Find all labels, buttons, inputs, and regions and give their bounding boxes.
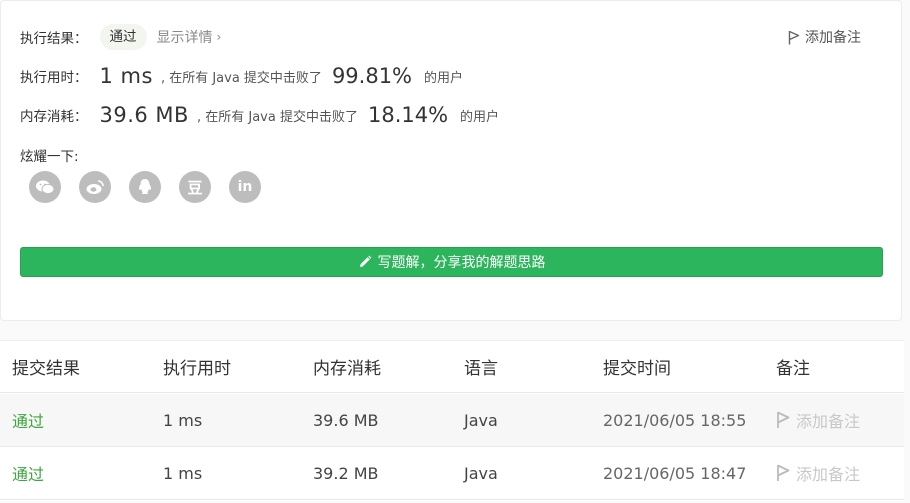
row-status-link[interactable]: 通过 — [12, 447, 44, 499]
header-language: 语言 — [464, 359, 498, 379]
pencil-icon — [359, 255, 371, 267]
table-header: 提交结果 执行用时 内存消耗 语言 提交时间 备注 — [0, 341, 904, 393]
row-submit-time: 2021/06/05 18:55 — [603, 410, 747, 430]
row-add-note-label: 添加备注 — [796, 412, 861, 431]
memory-row: 内存消耗： 39.6 MB , 在所有 Java 提交中击败了 18.14% 的… — [20, 103, 499, 127]
share-icons: 豆 in — [29, 171, 279, 203]
row-submit-time: 2021/06/05 18:47 — [603, 463, 747, 483]
add-note-button[interactable]: 添加备注 — [788, 27, 861, 47]
runtime-beat-text: , 在所有 Java 提交中击败了 — [160, 70, 322, 86]
memory-value: 39.6 MB — [99, 103, 189, 127]
qq-icon[interactable] — [129, 171, 161, 203]
header-runtime: 执行用时 — [163, 359, 231, 379]
runtime-percent: 99.81% — [331, 64, 413, 88]
row-language: Java — [464, 410, 498, 430]
douban-icon[interactable]: 豆 — [179, 171, 211, 203]
linkedin-icon[interactable]: in — [229, 171, 261, 203]
weibo-icon[interactable] — [79, 171, 111, 203]
show-details-link[interactable]: 显示详情 › — [157, 27, 222, 47]
row-runtime: 1 ms — [163, 410, 203, 430]
submissions-table: 提交结果 执行用时 内存消耗 语言 提交时间 备注 通过 1 ms 39.6 M… — [0, 340, 904, 501]
result-label: 执行结果： — [20, 31, 88, 47]
row-memory: 39.6 MB — [313, 410, 379, 430]
row-memory: 39.2 MB — [313, 463, 379, 483]
row-language: Java — [464, 463, 498, 483]
result-card: 执行结果： 通过 显示详情 › 添加备注 执行用时： 1 ms , 在所有 Ja… — [0, 0, 902, 321]
chevron-right-icon: › — [216, 30, 222, 44]
memory-beat-text: , 在所有 Java 提交中击败了 — [196, 109, 358, 125]
row-add-note-button[interactable]: 添加备注 — [776, 447, 860, 499]
row-runtime: 1 ms — [163, 463, 203, 483]
status-badge: 通过 — [99, 24, 147, 50]
flag-icon — [777, 411, 790, 428]
flag-icon — [777, 464, 790, 481]
row-status-link[interactable]: 通过 — [12, 394, 44, 446]
header-status: 提交结果 — [12, 359, 80, 379]
wechat-icon[interactable] — [29, 171, 61, 203]
header-submit-time: 提交时间 — [603, 359, 671, 379]
runtime-value: 1 ms — [99, 64, 153, 88]
runtime-label: 执行用时： — [20, 70, 88, 86]
row-add-note-button[interactable]: 添加备注 — [776, 394, 860, 446]
share-label: 炫耀一下: — [20, 149, 79, 165]
linkedin-glyph: in — [237, 179, 253, 195]
memory-tail-text: 的用户 — [460, 109, 500, 125]
douban-glyph: 豆 — [187, 178, 203, 197]
write-solution-button[interactable]: 写题解，分享我的解题思路 — [20, 247, 883, 277]
share-row: 炫耀一下: — [20, 145, 79, 165]
write-solution-label: 写题解，分享我的解题思路 — [377, 255, 546, 271]
runtime-tail-text: 的用户 — [424, 70, 464, 86]
table-row: 通过 1 ms 39.6 MB Java 2021/06/05 18:55 添加… — [0, 394, 904, 447]
flag-icon — [788, 30, 800, 44]
add-note-label: 添加备注 — [805, 30, 861, 46]
header-memory: 内存消耗 — [313, 359, 381, 379]
row-add-note-label: 添加备注 — [796, 465, 861, 484]
table-row: 通过 1 ms 39.2 MB Java 2021/06/05 18:47 添加… — [0, 447, 904, 500]
runtime-row: 执行用时： 1 ms , 在所有 Java 提交中击败了 99.81% 的用户 — [20, 64, 463, 88]
memory-percent: 18.14% — [367, 103, 449, 127]
result-row: 执行结果： 通过 显示详情 › — [20, 24, 221, 50]
show-details-label: 显示详情 — [156, 30, 213, 46]
header-note: 备注 — [776, 359, 810, 379]
memory-label: 内存消耗： — [20, 109, 88, 125]
